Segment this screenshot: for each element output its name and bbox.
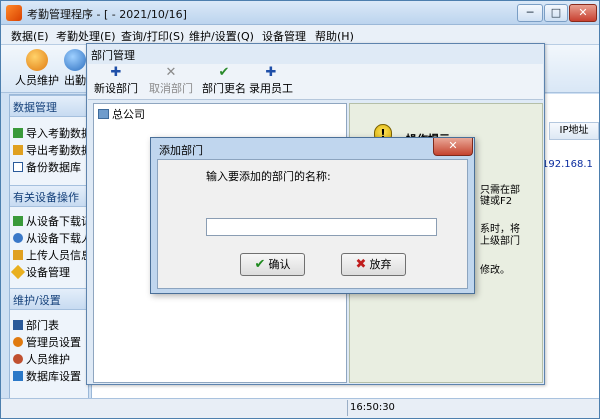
window-title: 考勤管理程序 - [ - 2021/10/16] xyxy=(27,8,187,21)
dialog-prompt: 输入要添加的部门的名称: xyxy=(206,170,331,183)
toolbar-label: 录用员工 xyxy=(249,82,293,95)
department-window-title: 部门管理 xyxy=(91,49,135,62)
ip-column-header[interactable]: IP地址 xyxy=(549,122,599,140)
nav-backup-database[interactable]: 备份数据库 xyxy=(13,159,81,175)
button-label: 放弃 xyxy=(369,258,392,271)
button-label: 确认 xyxy=(268,258,291,271)
toolbar-label: 人员维护 xyxy=(15,74,59,87)
menu-attendance[interactable]: 考勤处理(E) xyxy=(56,28,116,44)
confirm-button[interactable]: ✔ 确认 xyxy=(240,253,305,276)
minimize-button[interactable]: ─ xyxy=(517,4,543,22)
nav-download-users[interactable]: 从设备下载人员 xyxy=(13,230,88,246)
rename-department-icon: ✔ xyxy=(218,65,230,80)
nav-upload-users[interactable]: 上传人员信息 xyxy=(13,247,89,263)
nav-label: 导出考勤数据 xyxy=(26,144,89,157)
group-title-maintenance[interactable]: 维护/设置 xyxy=(10,288,88,310)
left-nav-panel: 数据管理 导入考勤数据 导出考勤数据 备份数据库 有关设备操作 从设备下载记录 … xyxy=(9,94,89,412)
attendance-icon xyxy=(64,49,86,71)
tree-node-root[interactable]: 总公司 xyxy=(98,106,145,122)
nav-label: 导入考勤数据 xyxy=(26,127,89,140)
menu-bar: 数据(E) 考勤处理(E) 查询/打印(S) 维护/设置(Q) 设备管理 帮助(… xyxy=(1,25,599,45)
cross-icon: ✖ xyxy=(355,257,367,272)
new-department-button[interactable]: ✚ 新设部门 xyxy=(93,65,139,99)
hire-employee-button[interactable]: ✚ 录用员工 xyxy=(248,65,294,99)
status-time: 16:50:30 xyxy=(347,400,417,416)
nav-import-attendance[interactable]: 导入考勤数据 xyxy=(13,125,89,141)
menu-data[interactable]: 数据(E) xyxy=(11,28,49,44)
dialog-title: 添加部门 xyxy=(159,144,203,157)
import-arrow-icon xyxy=(13,128,23,138)
nav-label: 备份数据库 xyxy=(26,161,81,174)
nav-label: 上传人员信息 xyxy=(26,249,89,262)
nav-device-management[interactable]: 设备管理 xyxy=(10,264,70,280)
nav-label: 数据库设置 xyxy=(26,370,81,383)
backup-icon xyxy=(13,162,23,172)
toolbar-label: 取消部门 xyxy=(149,82,193,95)
cancel-button[interactable]: ✖ 放弃 xyxy=(341,253,406,276)
hint-line: 上级部门 xyxy=(480,236,520,247)
department-name-input[interactable] xyxy=(206,218,437,236)
nav-download-records[interactable]: 从设备下载记录 xyxy=(13,213,88,229)
rename-department-button[interactable]: ✔ 部门更名 xyxy=(201,65,247,99)
hint-line: 修改。 xyxy=(480,265,510,276)
title-bar[interactable]: 考勤管理程序 - [ - 2021/10/16] ─ □ ✕ xyxy=(1,1,599,25)
cancel-department-icon: ✕ xyxy=(165,65,177,80)
export-arrow-icon xyxy=(13,145,23,155)
menu-maintenance[interactable]: 维护/设置(Q) xyxy=(189,28,254,44)
menu-help[interactable]: 帮助(H) xyxy=(315,28,354,44)
close-button[interactable]: ✕ xyxy=(569,4,597,22)
group-title-data[interactable]: 数据管理 xyxy=(10,95,88,117)
nav-label: 部门表 xyxy=(26,319,59,332)
department-icon xyxy=(13,320,23,330)
menu-query-print[interactable]: 查询/打印(S) xyxy=(121,28,184,44)
status-bar xyxy=(1,398,599,418)
nav-label: 人员维护 xyxy=(26,353,70,366)
maximize-button[interactable]: □ xyxy=(544,4,568,22)
database-icon xyxy=(13,371,23,381)
hire-employee-icon: ✚ xyxy=(265,65,277,80)
app-logo-icon xyxy=(6,5,22,21)
upload-icon xyxy=(13,250,23,260)
checkmark-icon: ✔ xyxy=(254,257,266,272)
nav-label: 设备管理 xyxy=(26,266,70,279)
nav-label: 管理员设置 xyxy=(26,336,81,349)
ip-cell-value: 192.168.1 xyxy=(542,159,593,170)
tree-node-label: 总公司 xyxy=(112,108,145,121)
people-icon xyxy=(26,49,48,71)
add-department-dialog: 添加部门 ✕ 输入要添加的部门的名称: ✔ 确认 ✖ 放弃 xyxy=(150,137,475,294)
nav-department-table[interactable]: 部门表 xyxy=(13,317,59,333)
new-department-icon: ✚ xyxy=(110,65,122,80)
people-icon xyxy=(13,354,23,364)
nav-people-maintenance[interactable]: 人员维护 xyxy=(13,351,70,367)
toolbar-label: 出勤 xyxy=(64,74,86,87)
toolbar-attendance-button[interactable]: 出勤 xyxy=(61,47,89,91)
dialog-body: 输入要添加的部门的名称: ✔ 确认 ✖ 放弃 xyxy=(157,159,468,289)
nav-database-settings[interactable]: 数据库设置 xyxy=(13,368,81,384)
nav-label: 从设备下载人员 xyxy=(26,232,88,245)
folder-icon xyxy=(98,109,109,119)
nav-admin-settings[interactable]: 管理员设置 xyxy=(13,334,81,350)
toolbar-people-button[interactable]: 人员维护 xyxy=(13,47,61,91)
group-title-device[interactable]: 有关设备操作 xyxy=(10,185,88,207)
dialog-close-button[interactable]: ✕ xyxy=(433,138,473,156)
cancel-department-button[interactable]: ✕ 取消部门 xyxy=(148,65,194,99)
department-toolbar: ✚ 新设部门 ✕ 取消部门 ✔ 部门更名 ✚ 录用员工 xyxy=(88,64,543,100)
download-icon xyxy=(13,216,23,226)
toolbar-label: 部门更名 xyxy=(202,82,246,95)
menu-device[interactable]: 设备管理 xyxy=(262,28,306,44)
nav-label: 从设备下载记录 xyxy=(26,215,88,228)
hint-line: 键或F2 xyxy=(480,196,513,207)
admin-icon xyxy=(13,337,23,347)
toolbar-label: 新设部门 xyxy=(94,82,138,95)
nav-export-attendance[interactable]: 导出考勤数据 xyxy=(13,142,89,158)
download-user-icon xyxy=(13,233,23,243)
device-icon xyxy=(10,264,26,280)
